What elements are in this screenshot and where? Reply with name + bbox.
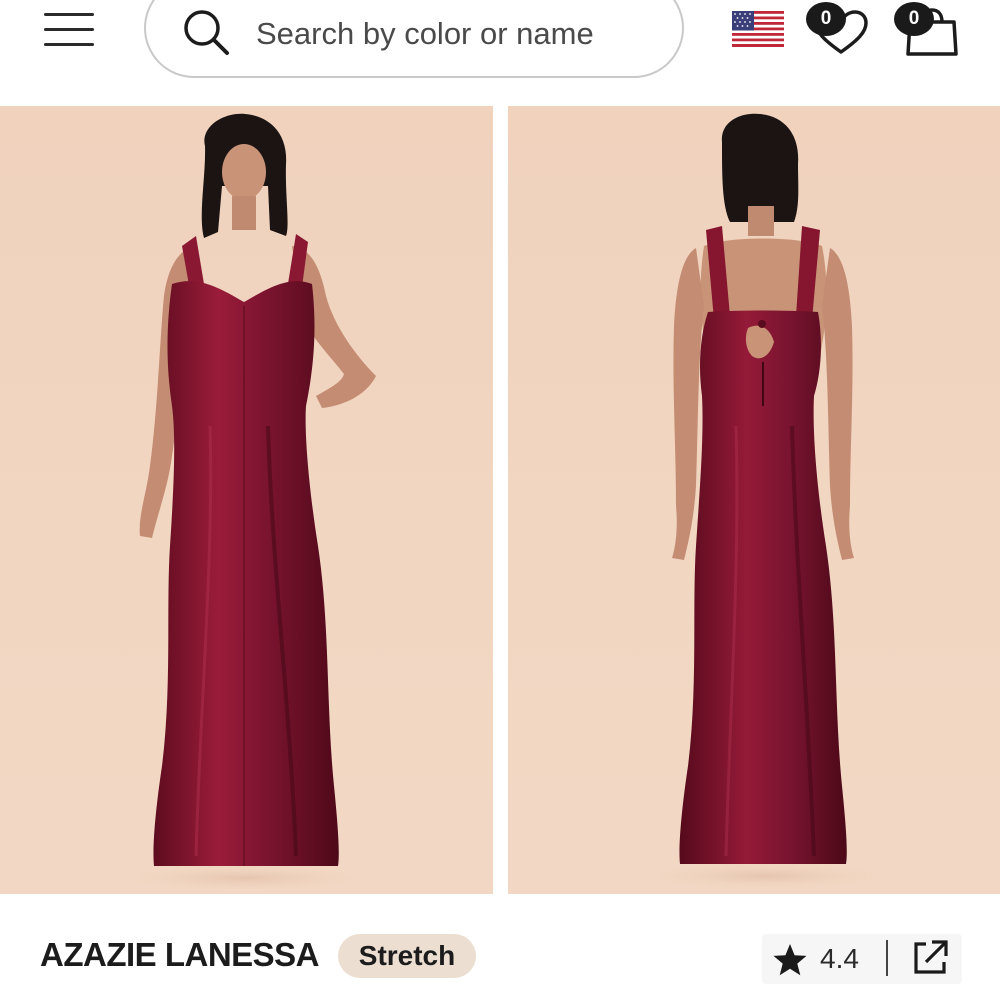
rating-box: 4.4 [762, 934, 962, 984]
menu-bar-icon [44, 13, 94, 16]
menu-bar-icon [44, 43, 94, 46]
wishlist-button[interactable]: 0 [806, 2, 870, 56]
dress-back-illustration [636, 113, 896, 890]
star-icon [773, 944, 807, 976]
us-flag-icon[interactable] [732, 11, 784, 47]
rating-divider [886, 940, 888, 976]
cart-button[interactable]: 0 [894, 2, 960, 56]
cart-count-badge: 0 [894, 2, 934, 36]
wishlist-count-badge: 0 [806, 2, 846, 36]
share-external-icon[interactable] [910, 938, 950, 978]
top-header: 0 0 [0, 0, 1000, 102]
menu-bar-icon [44, 28, 94, 31]
search-input[interactable] [256, 14, 656, 54]
menu-button[interactable] [44, 10, 96, 50]
search-icon[interactable] [182, 8, 232, 58]
stretch-badge: Stretch [338, 934, 476, 978]
dress-front-illustration [115, 113, 376, 892]
product-title: AZAZIE LANESSA [40, 936, 320, 973]
search-bar[interactable] [144, 0, 684, 78]
rating-value: 4.4 [820, 943, 859, 974]
product-image-front[interactable] [0, 106, 493, 894]
product-image-back[interactable] [508, 106, 1000, 894]
